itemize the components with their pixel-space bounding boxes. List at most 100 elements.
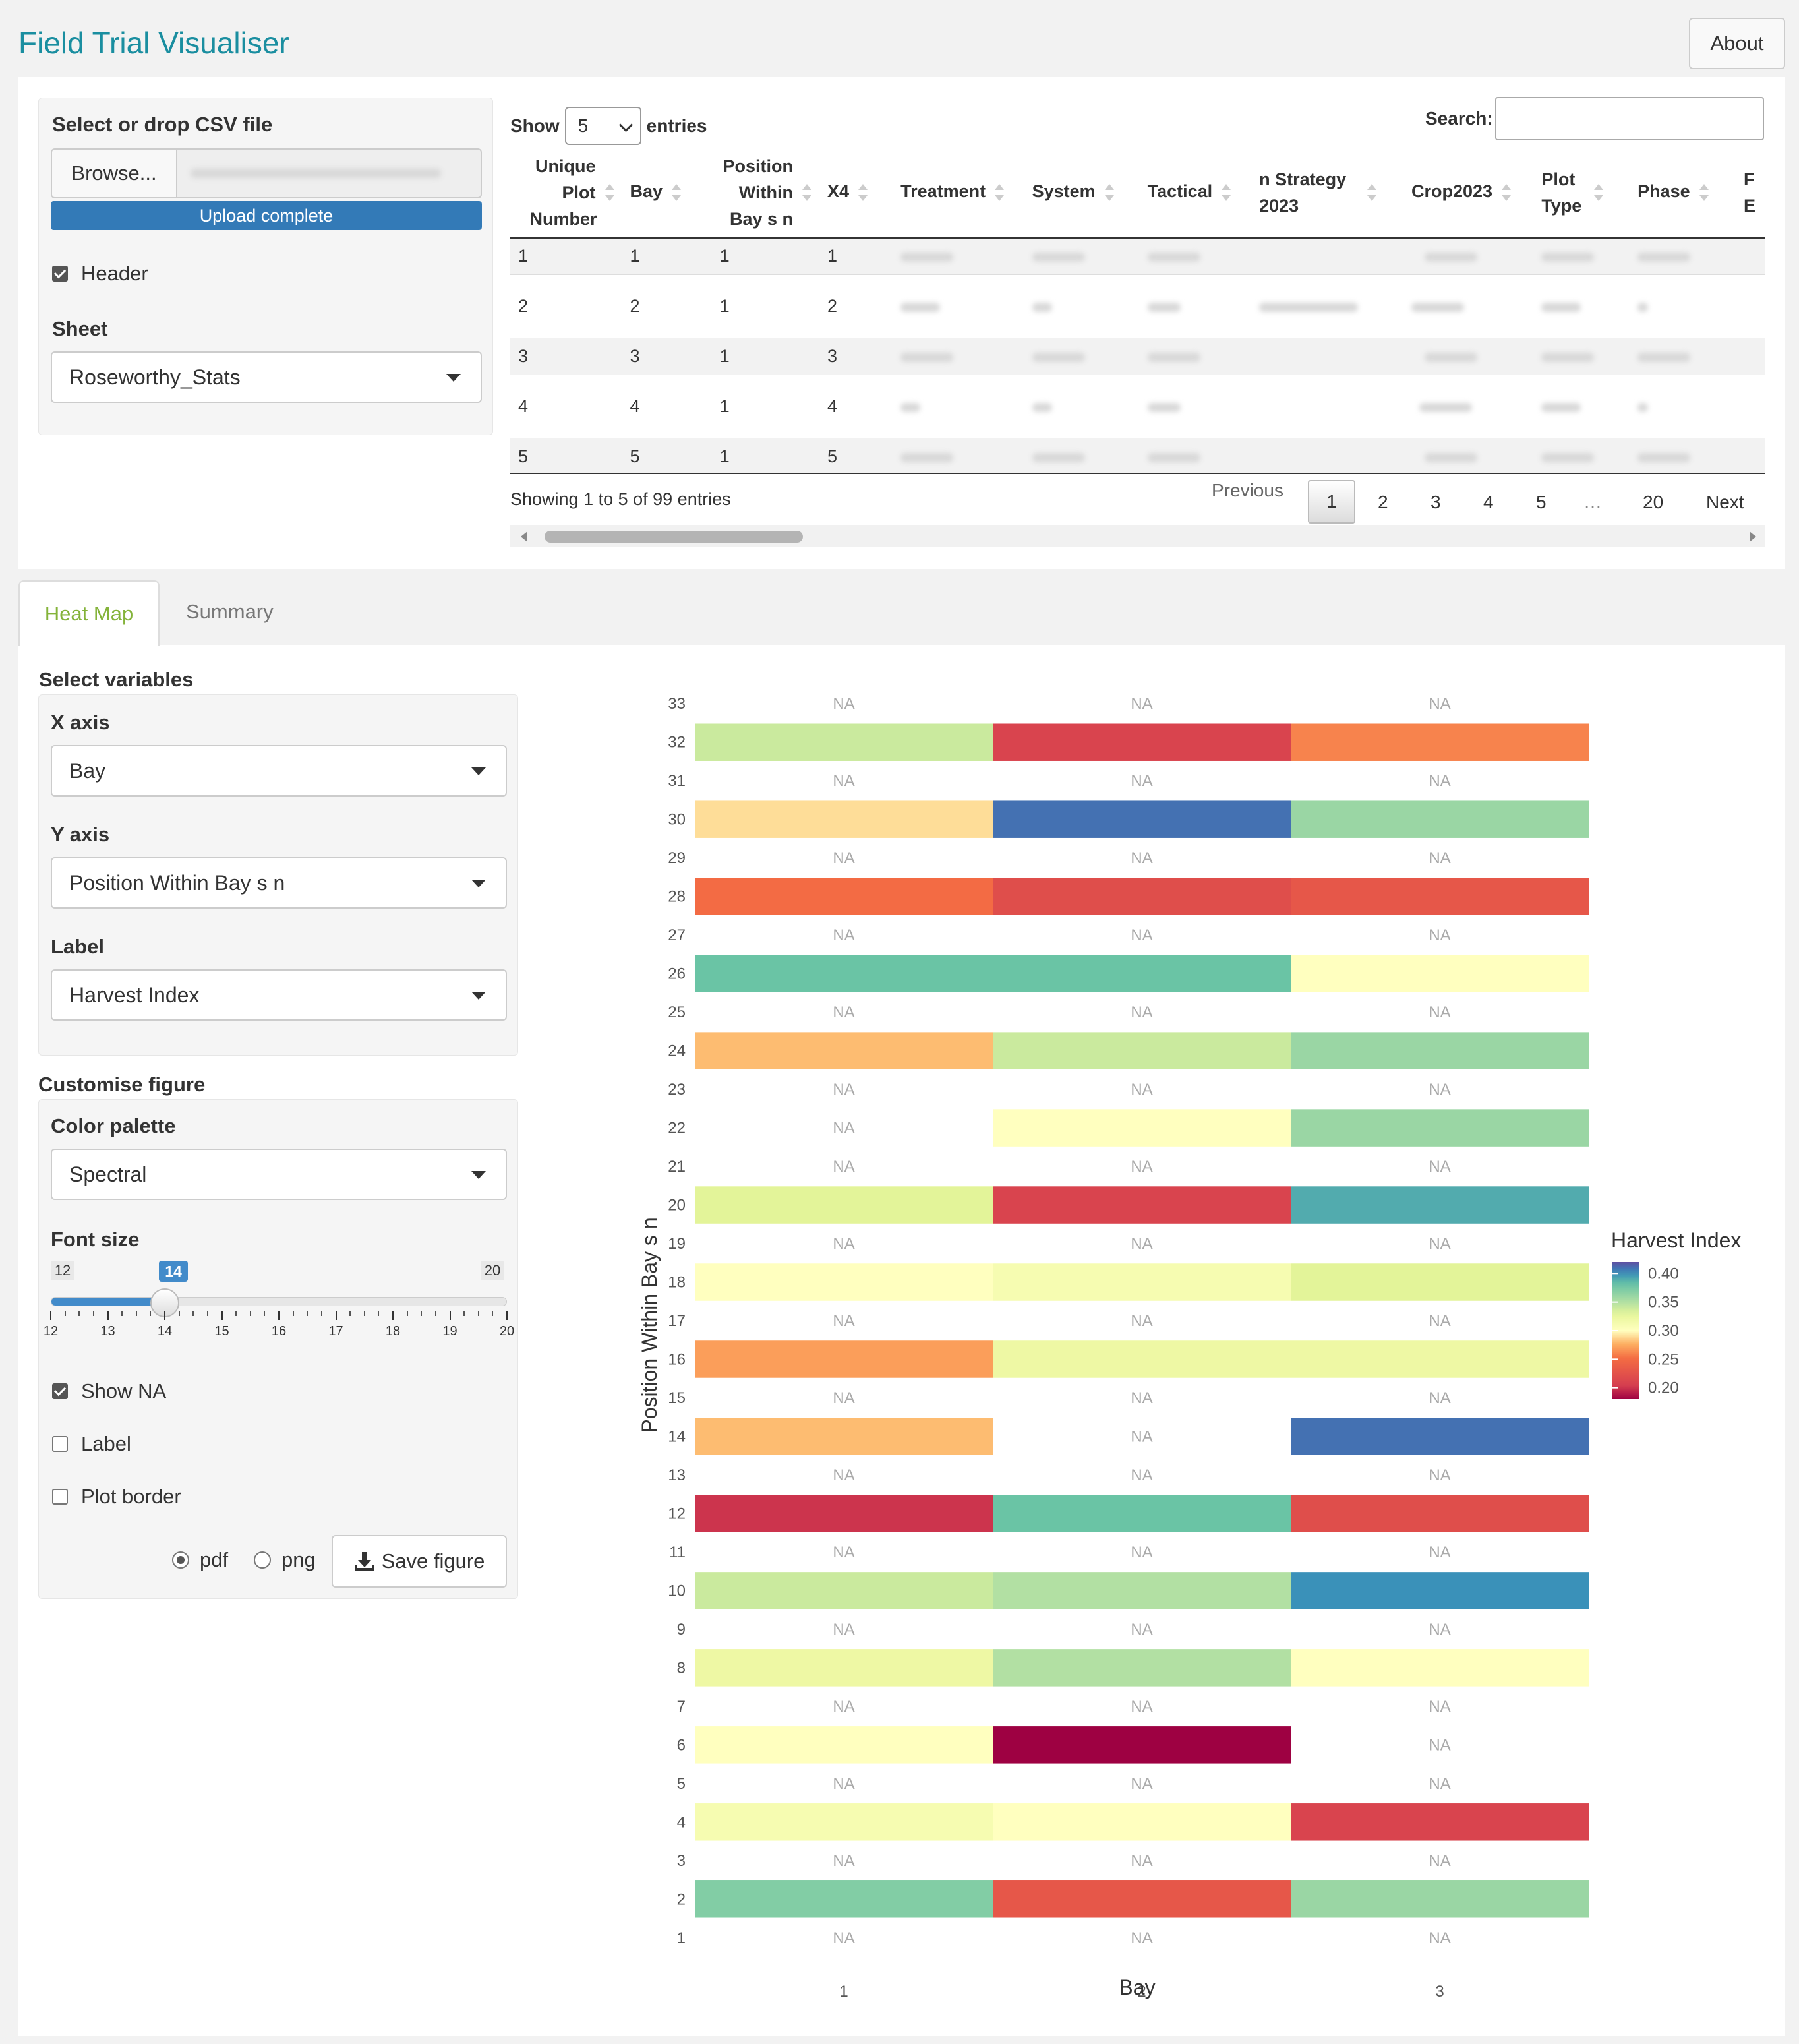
pagination-next[interactable]: Next	[1706, 492, 1744, 513]
scroll-left-icon[interactable]	[521, 531, 527, 542]
font-size-slider-track[interactable]	[51, 1297, 507, 1306]
heatmap-cell	[695, 1572, 993, 1609]
tab-summary[interactable]: Summary	[186, 600, 274, 624]
slider-tick-label: 12	[43, 1324, 59, 1338]
heatmap-na-label: NA	[1429, 1929, 1450, 1947]
column-header-x4[interactable]: X4	[819, 149, 893, 239]
show-na-checkbox-box[interactable]	[52, 1383, 68, 1399]
redacted-value	[1147, 402, 1181, 412]
pagination-previous[interactable]: Previous	[1212, 480, 1283, 501]
table-cell	[1024, 337, 1140, 375]
y-axis-tick-label: 5	[677, 1775, 686, 1793]
y-axis-tick-label: 28	[668, 888, 686, 906]
upload-progress-fill: Upload complete	[51, 201, 482, 230]
heatmap-cell	[993, 1880, 1291, 1918]
column-header-position-within-bay[interactable]: Position Within Bay s n	[693, 149, 820, 239]
browse-button[interactable]: Browse...	[51, 148, 177, 198]
y-axis-select[interactable]: Position Within Bay s n	[51, 857, 507, 909]
table-cell: 5	[819, 437, 893, 473]
label-variable-select[interactable]: Harvest Index	[51, 969, 507, 1021]
y-axis-tick-label: 9	[677, 1621, 686, 1638]
table-cell	[1630, 374, 1736, 438]
redacted-value	[1637, 352, 1691, 362]
pagination-page-4[interactable]: 4	[1483, 492, 1494, 513]
y-axis-tick-label: 4	[677, 1813, 686, 1831]
tab-bar	[18, 580, 1785, 646]
pagination-page-1[interactable]: 1	[1308, 480, 1355, 524]
column-header-bay[interactable]: Bay	[622, 149, 693, 239]
heatmap-na-label: NA	[1131, 926, 1152, 944]
y-axis-tick-label: 27	[668, 926, 686, 944]
entries-select[interactable]: 5	[564, 107, 641, 145]
heatmap-cell	[993, 1340, 1291, 1378]
chevron-down-icon	[471, 767, 486, 775]
show-na-checkbox[interactable]: Show NA	[52, 1379, 166, 1403]
heatmap-cell	[993, 955, 1291, 992]
legend-tick-label: 0.20	[1648, 1379, 1679, 1397]
y-axis-tick-label: 30	[668, 811, 686, 829]
x-axis-select[interactable]: Bay	[51, 745, 507, 797]
y-axis-tick-label: 22	[668, 1120, 686, 1137]
redacted-value	[1637, 452, 1691, 462]
plot-border-checkbox[interactable]: Plot border	[52, 1485, 181, 1509]
table-cell: 2	[510, 274, 622, 338]
data-table-wrapper: Unique Plot Number Bay Position Within B…	[510, 149, 1765, 473]
slider-tick-label: 19	[442, 1324, 457, 1338]
label-checkbox-box[interactable]	[52, 1436, 68, 1452]
scrollbar-thumb[interactable]	[545, 531, 803, 543]
format-png-radio[interactable]: png	[254, 1548, 316, 1572]
label-checkbox[interactable]: Label	[52, 1432, 131, 1456]
pagination-page-2[interactable]: 2	[1378, 492, 1388, 513]
horizontal-scrollbar[interactable]	[510, 525, 1765, 547]
column-header-crop2023[interactable]: Crop2023	[1403, 149, 1534, 239]
redacted-value	[1032, 452, 1085, 462]
redacted-value	[1032, 402, 1052, 412]
column-header-strategy-2023[interactable]: n Strategy 2023	[1251, 149, 1404, 239]
heatmap-cell	[1291, 723, 1589, 761]
table-cell: 2	[819, 274, 893, 338]
about-button[interactable]: About	[1689, 18, 1785, 69]
heatmap-na-label: NA	[833, 926, 854, 944]
table-cell	[1024, 274, 1140, 338]
table-cell	[893, 337, 1024, 375]
column-header-truncated[interactable]: F E	[1735, 149, 1765, 239]
plot-border-checkbox-box[interactable]	[52, 1489, 68, 1505]
pagination-page-5[interactable]: 5	[1536, 492, 1547, 513]
column-header-plot-type[interactable]: Plot Type	[1533, 149, 1630, 239]
search-input[interactable]	[1495, 97, 1764, 140]
column-header-system[interactable]: System	[1024, 149, 1140, 239]
table-cell: 4	[510, 374, 622, 438]
heatmap-na-label: NA	[833, 1312, 854, 1330]
slider-minor-tick	[307, 1311, 309, 1316]
redacted-value	[900, 302, 941, 312]
table-row: 2 2 1 2	[510, 274, 1765, 338]
redacted-value	[900, 452, 954, 462]
heatmap-cell	[993, 878, 1291, 915]
redacted-value	[1147, 302, 1181, 312]
pagination-page-3[interactable]: 3	[1430, 492, 1441, 513]
redacted-value	[1419, 402, 1473, 412]
column-header-tactical[interactable]: Tactical	[1139, 149, 1252, 239]
column-header-phase[interactable]: Phase	[1630, 149, 1736, 239]
save-figure-button[interactable]: Save figure	[332, 1535, 507, 1588]
column-header-unique-plot-number[interactable]: Unique Plot Number	[510, 149, 622, 239]
format-png-radio-button[interactable]	[254, 1551, 271, 1569]
heatmap-na-label: NA	[833, 1120, 854, 1137]
y-axis-tick-label: 14	[668, 1428, 686, 1445]
header-checkbox[interactable]: Header	[52, 262, 148, 286]
sort-icon	[1594, 181, 1604, 204]
header-checkbox-box[interactable]	[52, 266, 68, 282]
column-header-treatment[interactable]: Treatment	[893, 149, 1024, 239]
slider-tick-label: 13	[100, 1324, 115, 1338]
pagination-page-20[interactable]: 20	[1643, 492, 1663, 513]
y-axis-title: Position Within Bay s n	[637, 1217, 661, 1433]
format-pdf-radio-button[interactable]	[172, 1551, 189, 1569]
sheet-select[interactable]: Roseworthy_Stats	[51, 351, 482, 403]
scroll-right-icon[interactable]	[1750, 531, 1756, 542]
heatmap-na-label: NA	[1429, 1004, 1450, 1021]
heatmap-cell	[993, 1186, 1291, 1224]
heatmap-na-label: NA	[1131, 1235, 1152, 1253]
tab-heat-map[interactable]: Heat Map	[18, 580, 160, 646]
color-palette-select[interactable]: Spectral	[51, 1149, 507, 1200]
format-pdf-radio[interactable]: pdf	[172, 1548, 228, 1572]
